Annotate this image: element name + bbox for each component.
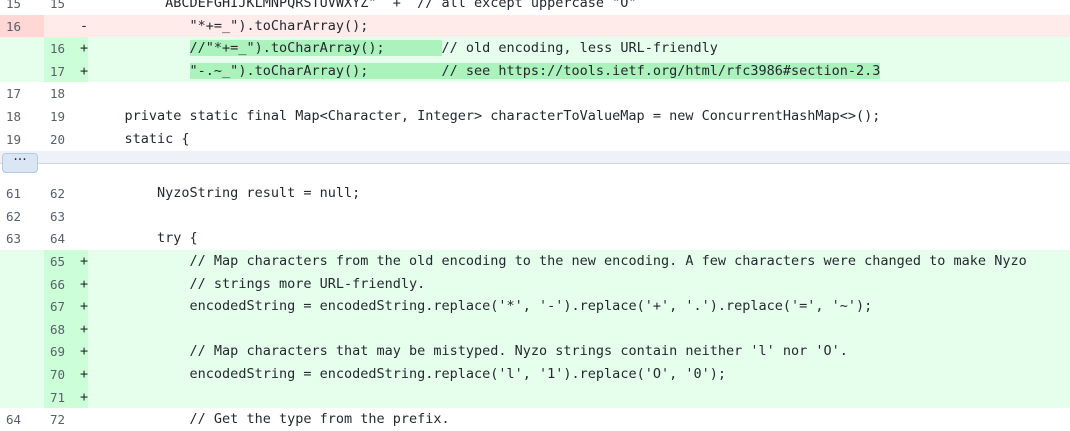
old-line-number[interactable]: 61 [0,182,44,205]
context-line: 63 64 try { [0,227,1070,251]
added-line: 67 + encodedString = encodedString.replac… [0,295,1070,319]
new-line-number[interactable]: 20 [44,128,88,151]
old-line-number[interactable]: 62 [0,205,44,228]
context-line: 64 72 // Get the type from the prefix. [0,408,1070,431]
diff-marker: + [80,320,89,337]
added-line: 65 + // Map characters from the old encod… [0,250,1070,273]
added-line: 17 + "-.~_").toCharArray(); // see https:… [0,59,1070,83]
code-segment: // Get the type from the prefix. [189,411,450,428]
code-segment: private static final Map<Character, Inte… [124,108,881,124]
added-line: 71 + [0,385,1070,409]
code-segment: encodedString = encodedString.replace('l… [189,366,726,382]
added-line: 69 + // Map characters that may be mistyp… [0,340,1070,364]
old-line-number[interactable]: 64 [0,408,44,431]
old-line-number[interactable]: 15 [0,0,44,15]
code-segment: static { [124,130,190,147]
code-segment: encodedString = encodedString.replace('*… [189,298,873,315]
old-line-number[interactable]: 19 [0,128,44,151]
added-line: 68 + [0,317,1070,341]
old-line-number[interactable]: 18 [0,105,44,128]
code-text: try { [92,227,198,250]
context-line: 18 19 private static final Map<Character,… [0,105,1070,128]
deleted-line: 16- "*+=_").toCharArray(); [0,14,1070,38]
code-text: "*+=_").toCharArray(); [92,15,369,38]
code-text: ABCDEFGHIJKLMNPQRSTUVWXYZ" + // all exce… [92,0,637,15]
code-text: //"*+=_").toCharArray(); // old encoding… [92,37,718,60]
new-line-number[interactable]: 72 [44,408,88,431]
context-line: 15 15 ABCDEFGHIJKLMNPQRSTUVWXYZ" + // all… [0,0,1070,15]
expand-lines-button[interactable]: ··· [2,153,38,174]
old-line-number[interactable]: 17 [0,82,44,105]
code-text: encodedString = encodedString.replace('*… [92,295,873,318]
code-text: private static final Map<Character, Inte… [92,105,881,128]
code-segment: // Map characters from the old encoding … [189,253,1027,269]
new-line-number[interactable]: 18 [44,82,88,105]
code-highlight: //"*+=_").toCharArray(); [189,40,442,57]
code-text: // Get the type from the prefix. [92,408,450,431]
diff-marker: + [80,388,89,405]
new-line-number[interactable]: 63 [44,205,88,228]
code-segment: NyzoString result = null; [157,185,361,202]
new-line-number[interactable]: 64 [44,227,88,250]
code-segment: // strings more URL-friendly. [189,275,426,292]
code-segment: try { [157,230,198,247]
context-line: 61 62 NyzoString result = null; [0,182,1070,206]
context-line: 62 63 [0,204,1070,228]
new-line-number[interactable]: 15 [44,0,88,15]
code-text: // Map characters from the old encoding … [92,250,1027,273]
added-line: 66 + // strings more URL-friendly. [0,272,1070,296]
added-line: 16 + //"*+=_").toCharArray(); // old enco… [0,37,1070,61]
old-line-number[interactable]: 63 [0,227,44,250]
new-line-number[interactable]: 19 [44,105,88,128]
code-text: encodedString = encodedString.replace('l… [92,363,726,386]
code-text: // strings more URL-friendly. [92,273,426,296]
code-text: "-.~_").toCharArray(); // see https://to… [92,60,881,83]
code-segment: // Map characters that may be mistyped. … [189,343,848,360]
divider [0,163,1070,165]
code-segment: // old encoding, less URL-friendly [441,40,718,57]
old-line-number[interactable]: 16 [0,14,44,38]
code-text: static { [92,128,190,151]
new-line-number[interactable]: 62 [44,182,88,205]
code-highlight: "-.~_").toCharArray(); // see https://to… [189,62,881,79]
code-text: // Map characters that may be mistyped. … [92,340,848,363]
code-segment: ABCDEFGHIJKLMNPQRSTUVWXYZ" + // all exce… [157,0,637,11]
context-line: 17 18 [0,82,1070,106]
code-text: NyzoString result = null; [92,182,360,205]
code-segment: "*+=_").toCharArray(); [189,17,369,34]
hunk-separator [0,151,1070,164]
context-line: 19 20 static { [0,127,1070,151]
added-line: 70 + encodedString = encodedString.replac… [0,363,1070,386]
